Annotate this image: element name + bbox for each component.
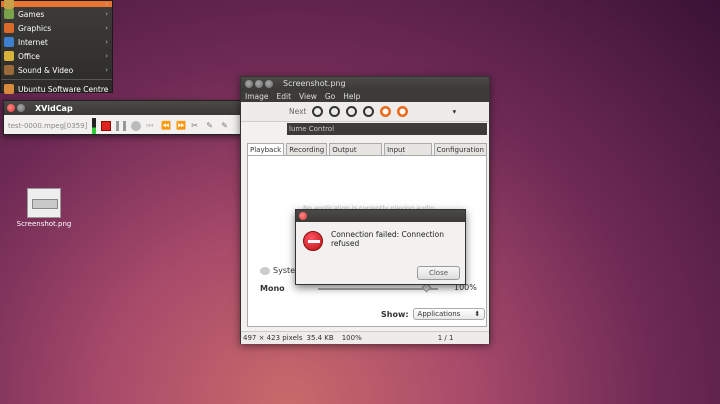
volume-slider[interactable] [318,288,438,290]
rewind-icon[interactable]: ⏪ [161,121,171,131]
menu-edit[interactable]: Edit [277,92,292,101]
tools-icon[interactable]: ✂ [191,121,201,131]
menu-item-graphics[interactable]: Graphics › [1,21,112,35]
menu-image[interactable]: Image [245,92,269,101]
zoom-normal-icon[interactable] [346,106,358,117]
close-icon[interactable] [7,104,15,112]
close-icon[interactable] [299,212,307,220]
menu-item-label: Sound & Video [18,65,74,75]
forward-icon[interactable]: ⏩ [176,121,186,131]
applications-menu: › Games › Graphics › Internet › Office › Sound & … [0,0,113,96]
office-icon [4,51,14,61]
menu-item-games[interactable]: Games › [1,7,112,21]
volume-control-titlebar: lume Control [287,123,487,135]
submenu-arrow-icon: › [105,38,108,46]
desktop-file-icon[interactable]: Screenshot.png [14,188,74,228]
error-dialog: Connection failed: Connection refused Cl… [295,209,466,285]
menu-item-label: Office [18,51,40,61]
submenu-arrow-icon: › [105,52,108,60]
pencil-icon[interactable]: ✎ [221,121,231,131]
menu-item-label: Internet [18,37,48,47]
software-centre-icon [4,84,14,94]
menu-item-label: Graphics [18,23,52,33]
menu-item-office[interactable]: Office › [1,49,112,63]
next-button[interactable]: Next [289,107,306,116]
error-icon [303,231,323,251]
edit-icon[interactable]: ✎ [206,121,216,131]
status-page: 1 / 1 [437,334,454,342]
record-stop-button[interactable] [101,120,112,131]
toolbar-overflow-icon[interactable]: ▾ [452,107,456,116]
menu-item-internet[interactable]: Internet › [1,35,112,49]
maximize-icon[interactable] [265,79,273,88]
viewer-toolbar: Next ▾ [241,102,489,122]
speaker-icon [260,266,270,275]
graphics-icon [4,23,14,33]
minimize-icon[interactable] [255,79,263,88]
level-meter-icon [92,117,97,134]
window-title: Screenshot.png [283,79,346,88]
filename-field[interactable]: test-0000.mpeg[0359] [8,122,87,130]
submenu-arrow-icon: › [105,10,108,18]
status-dimensions: 497 × 423 pixels [243,334,303,342]
zoom-out-icon[interactable] [329,106,341,117]
viewer-titlebar: Screenshot.png [241,77,489,90]
minimize-icon[interactable] [17,104,25,112]
submenu-arrow-icon: › [105,24,108,32]
menu-help[interactable]: Help [343,92,360,101]
status-filesize: 35.4 KB [306,334,334,342]
close-button[interactable]: Close [417,266,460,280]
skip-back-icon[interactable]: ⏮ [146,121,156,131]
menu-item-label: Games [18,9,45,19]
status-zoom: 100% [341,334,362,342]
submenu-arrow-icon: › [105,66,108,74]
pause-button[interactable] [116,120,127,131]
status-bar: 497 × 423 pixels 35.4 KB 100% 1 / 1 [241,331,489,344]
mono-label: Mono [260,284,285,293]
menu-bar: Image Edit View Go Help [241,90,489,102]
internet-icon [4,37,14,47]
show-label: Show: [381,309,409,319]
zoom-in-icon[interactable] [312,106,324,117]
close-icon[interactable] [245,79,253,88]
dialog-titlebar [296,210,465,222]
desktop-file-label: Screenshot.png [16,220,72,228]
dropdown-arrow-icon: ⬍ [474,310,481,318]
sound-video-icon [4,65,14,75]
show-dropdown-value: Applications [417,310,461,318]
games-icon [4,9,14,19]
error-message: Connection failed: Connection refused [331,230,444,248]
menu-go[interactable]: Go [325,92,335,101]
image-file-icon [27,188,61,218]
menu-item-sound-video[interactable]: Sound & Video › [1,63,112,77]
menu-item-software-centre[interactable]: Ubuntu Software Centre [1,82,112,96]
menu-item-label: Ubuntu Software Centre [18,84,109,94]
rotate-right-icon[interactable] [397,106,409,117]
window-title: XVidCap [35,103,73,113]
rotate-left-icon[interactable] [380,106,392,117]
record-button[interactable] [131,120,142,131]
show-dropdown[interactable]: Applications ⬍ [412,308,486,320]
menu-view[interactable]: View [299,92,317,101]
zoom-fit-icon[interactable] [363,106,375,117]
